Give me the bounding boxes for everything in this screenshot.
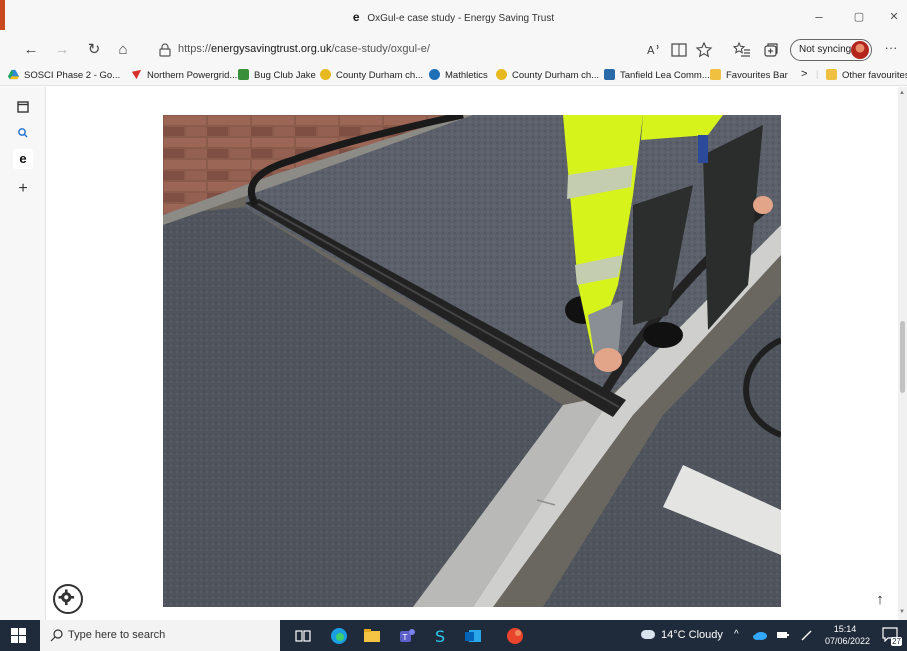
folder-icon: [826, 69, 837, 80]
favourite-folder[interactable]: Favourites Bar: [710, 69, 788, 81]
read-aloud-icon[interactable]: A: [644, 40, 664, 60]
url-path: /case-study/oxgul-e/: [331, 43, 430, 55]
tab-actions-icon[interactable]: [13, 97, 33, 117]
teams-icon[interactable]: T: [397, 626, 417, 646]
favourite-item[interactable]: Mathletics: [429, 69, 488, 81]
collections-icon[interactable]: [761, 40, 781, 60]
accessibility-gear-button[interactable]: [53, 584, 83, 614]
refresh-button[interactable]: ↻: [83, 39, 105, 61]
back-button[interactable]: ←: [20, 39, 42, 61]
url-prefix: https://: [178, 43, 212, 55]
page-scrollbar[interactable]: ▲ ▼: [898, 87, 907, 620]
taskbar-search-box[interactable]: Type here to search: [40, 620, 280, 651]
address-url[interactable]: https://energysavingtrust.org.uk/case-st…: [178, 43, 430, 55]
favourite-item[interactable]: County Durham ch...: [496, 69, 599, 81]
case-study-photo: [163, 115, 781, 607]
browser-toolbar: ← → ↻ ⌂ https://energysavingtrust.org.uk…: [0, 34, 907, 66]
svg-text:S: S: [435, 627, 445, 646]
search-icon: [50, 629, 63, 642]
sync-status-label: Not syncing: [799, 44, 852, 55]
favourite-item[interactable]: Northern Powergrid...: [131, 69, 237, 81]
favourite-label: County Durham ch...: [512, 70, 600, 81]
scrollbar-thumb[interactable]: [900, 321, 905, 393]
favourite-label: SOSCI Phase 2 - Go...: [24, 70, 121, 81]
profile-button[interactable]: Not syncing: [790, 39, 872, 61]
pen-icon[interactable]: [800, 629, 814, 641]
favourite-item[interactable]: SOSCI Phase 2 - Go...: [8, 69, 120, 81]
folder-icon: [710, 69, 721, 80]
favourite-item[interactable]: County Durham ch...: [320, 69, 423, 81]
skype-icon[interactable]: S: [430, 626, 450, 646]
favourite-label: Tanfield Lea Comm...: [620, 70, 710, 81]
svg-text:A: A: [647, 44, 655, 57]
scroll-up-arrow-icon[interactable]: ▲: [899, 90, 905, 96]
other-favourites-folder[interactable]: Other favourites: [826, 69, 907, 81]
clock-time: 15:14: [833, 624, 857, 634]
favourite-label: Favourites Bar: [726, 70, 788, 81]
profile-avatar-icon: [851, 41, 869, 59]
tanfield-icon: [604, 69, 615, 80]
favourites-overflow-button[interactable]: >: [801, 68, 807, 80]
favourite-label: County Durham ch...: [336, 70, 424, 81]
favourite-label: Northern Powergrid...: [147, 70, 238, 81]
clock-date: 07/06/2022: [825, 636, 871, 646]
favourites-icon[interactable]: [732, 40, 752, 60]
photo-illustration: [163, 115, 781, 607]
task-view-icon[interactable]: [293, 626, 313, 646]
scroll-down-arrow-icon[interactable]: ▼: [899, 609, 905, 615]
immersive-reader-icon[interactable]: [669, 40, 689, 60]
favourites-bar: SOSCI Phase 2 - Go... Northern Powergrid…: [0, 66, 907, 86]
favourite-label: Mathletics: [445, 70, 488, 81]
drive-icon: [8, 69, 19, 80]
outlook-icon[interactable]: [463, 626, 483, 646]
title-bar: e OxGul-e case study - Energy Saving Tru…: [0, 0, 907, 34]
bugclub-icon: [238, 69, 249, 80]
powergrid-icon: [131, 69, 142, 80]
app-taskbar-icon[interactable]: [505, 626, 525, 646]
weather-widget[interactable]: 14°C Cloudy: [641, 629, 723, 641]
mathletics-icon: [429, 69, 440, 80]
scroll-to-top-button[interactable]: ↑: [867, 587, 893, 613]
search-icon[interactable]: [13, 123, 33, 143]
settings-more-button[interactable]: ···: [881, 40, 901, 60]
durham-icon: [320, 69, 331, 80]
page-content: ↑: [47, 87, 898, 620]
edge-sidebar: e +: [0, 87, 46, 620]
durham-icon: [496, 69, 507, 80]
taskbar-clock[interactable]: 15:14 07/06/2022: [825, 623, 871, 647]
maximize-button[interactable]: ▢: [843, 6, 875, 28]
windows-start-icon[interactable]: [11, 628, 26, 643]
weather-text: 14°C Cloudy: [661, 629, 723, 641]
windows-taskbar: Type here to search T S 14°C Cloudy ^ 15…: [0, 620, 907, 651]
taskbar-search-placeholder: Type here to search: [68, 629, 166, 641]
cloud-icon: [641, 630, 655, 639]
add-favourite-icon[interactable]: [694, 40, 714, 60]
tray-overflow-chevron[interactable]: ^: [734, 629, 739, 640]
edge-taskbar-icon[interactable]: [329, 626, 349, 646]
minimize-button[interactable]: –: [803, 6, 835, 28]
favourites-divider: |: [816, 69, 819, 80]
notification-count-badge: 27: [891, 637, 902, 646]
home-button[interactable]: ⌂: [112, 39, 134, 61]
favourite-item[interactable]: Bug Club Jake: [238, 69, 316, 81]
onedrive-icon[interactable]: [752, 629, 768, 641]
file-explorer-icon[interactable]: [362, 626, 382, 646]
edge-e-icon[interactable]: e: [13, 149, 33, 169]
url-domain: energysavingtrust.org.uk: [211, 43, 332, 55]
favourite-label: Other favourites: [842, 70, 907, 81]
window-title: OxGul-e case study - Energy Saving Trust: [367, 13, 555, 24]
add-sidebar-item-icon[interactable]: +: [13, 179, 33, 199]
lock-icon[interactable]: [157, 42, 173, 58]
notification-center-button[interactable]: 27: [882, 627, 902, 646]
forward-button[interactable]: →: [51, 39, 73, 61]
favourite-item[interactable]: Tanfield Lea Comm...: [604, 69, 710, 81]
battery-icon[interactable]: [776, 629, 790, 641]
svg-text:T: T: [402, 633, 408, 642]
favourite-label: Bug Club Jake: [254, 70, 316, 81]
window-title-area: e OxGul-e case study - Energy Saving Tru…: [0, 10, 907, 24]
close-button[interactable]: ✕: [878, 6, 907, 28]
edge-logo-icon: e: [352, 10, 360, 24]
address-bar[interactable]: https://energysavingtrust.org.uk/case-st…: [143, 38, 621, 62]
